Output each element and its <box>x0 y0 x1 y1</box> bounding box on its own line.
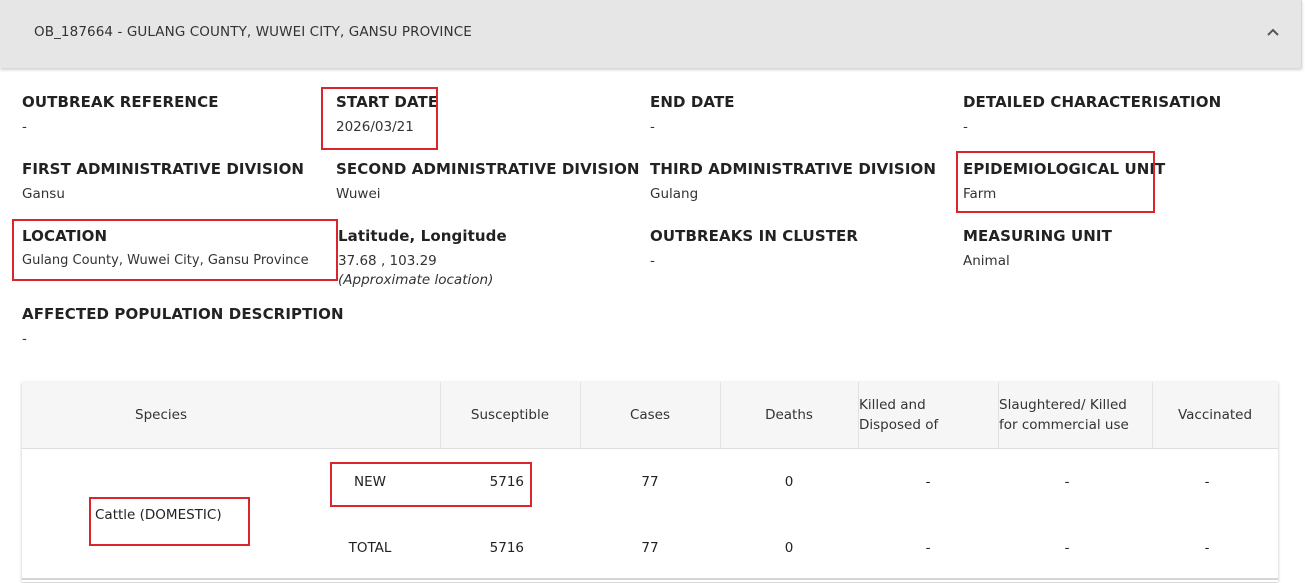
highlight-box-location <box>12 219 338 281</box>
header-susceptible: Susceptible <box>470 407 550 423</box>
end-date-field: END DATE - <box>650 93 735 135</box>
field-value: 37.68 , 103.29 <box>338 253 437 269</box>
field-value: Gulang <box>650 186 699 202</box>
third-admin-division-field: THIRD ADMINISTRATIVE DIVISION Gulang <box>650 160 936 202</box>
field-label: OUTBREAK REFERENCE <box>22 93 219 111</box>
cell-susceptible: 5716 <box>489 540 524 556</box>
header-species: Species <box>135 407 187 423</box>
highlight-box-new-susceptible <box>330 462 532 507</box>
cell-slaughtered: - <box>1064 474 1070 490</box>
outbreak-header[interactable]: OB_187664 - GULANG COUNTY, WUWEI CITY, G… <box>0 0 1302 68</box>
lat-long-field: Latitude, Longitude 37.68 , 103.29 (Appr… <box>338 227 507 288</box>
cell-cases: 77 <box>641 474 659 490</box>
highlight-box-start-date <box>321 87 438 150</box>
field-label: DETAILED CHARACTERISATION <box>963 93 1222 111</box>
field-label: END DATE <box>650 93 735 111</box>
cell-slaughtered: - <box>1064 540 1070 556</box>
field-value: - <box>650 253 655 269</box>
field-label: OUTBREAKS IN CLUSTER <box>650 227 859 245</box>
header-vaccinated: Vaccinated <box>1177 407 1253 423</box>
outbreak-title: OB_187664 - GULANG COUNTY, WUWEI CITY, G… <box>34 24 472 40</box>
cell-killed-disposed: - <box>925 474 931 490</box>
table-header: Species Susceptible Cases Deaths Killed … <box>22 382 1278 449</box>
cell-vaccinated: - <box>1204 474 1210 490</box>
field-value: - <box>22 119 27 135</box>
field-label: MEASURING UNIT <box>963 227 1112 245</box>
quantitative-data-table: Species Susceptible Cases Deaths Killed … <box>22 382 1278 582</box>
approximate-location-note: (Approximate location) <box>338 272 494 288</box>
field-label: SECOND ADMINISTRATIVE DIVISION <box>336 160 640 178</box>
table-bottom-border <box>22 578 1278 580</box>
affected-population-field: AFFECTED POPULATION DESCRIPTION - <box>22 305 344 347</box>
cell-vaccinated: - <box>1204 540 1210 556</box>
outbreak-reference-field: OUTBREAK REFERENCE - <box>22 93 219 135</box>
field-label: FIRST ADMINISTRATIVE DIVISION <box>22 160 305 178</box>
header-cases: Cases <box>629 407 671 423</box>
highlight-box-epidemiological-unit <box>956 151 1155 213</box>
field-label: AFFECTED POPULATION DESCRIPTION <box>22 305 344 323</box>
field-value: - <box>22 331 27 347</box>
header-slaughtered: Slaughtered/ Killed for commercial use <box>999 397 1129 433</box>
cell-killed-disposed: - <box>925 540 931 556</box>
cell-deaths: 0 <box>784 474 794 490</box>
field-value: Gansu <box>22 186 65 202</box>
field-value: Animal <box>963 253 1010 269</box>
chevron-up-icon[interactable] <box>1263 22 1283 42</box>
field-value: Wuwei <box>336 186 381 202</box>
header-deaths: Deaths <box>765 407 813 423</box>
first-admin-division-field: FIRST ADMINISTRATIVE DIVISION Gansu <box>22 160 304 202</box>
header-killed-disposed: Killed and Disposed of <box>859 397 939 433</box>
measuring-unit-field: MEASURING UNIT Animal <box>963 227 1112 269</box>
detailed-characterisation-field: DETAILED CHARACTERISATION - <box>963 93 1221 135</box>
second-admin-division-field: SECOND ADMINISTRATIVE DIVISION Wuwei <box>336 160 640 202</box>
cell-deaths: 0 <box>784 540 794 556</box>
field-value: - <box>963 119 968 135</box>
row-type-total: TOTAL <box>348 540 392 556</box>
outbreaks-in-cluster-field: OUTBREAKS IN CLUSTER - <box>650 227 858 269</box>
field-value: - <box>650 119 655 135</box>
field-label: THIRD ADMINISTRATIVE DIVISION <box>650 160 937 178</box>
field-label: Latitude, Longitude <box>338 227 507 245</box>
highlight-box-species <box>89 497 250 546</box>
cell-cases: 77 <box>641 540 659 556</box>
